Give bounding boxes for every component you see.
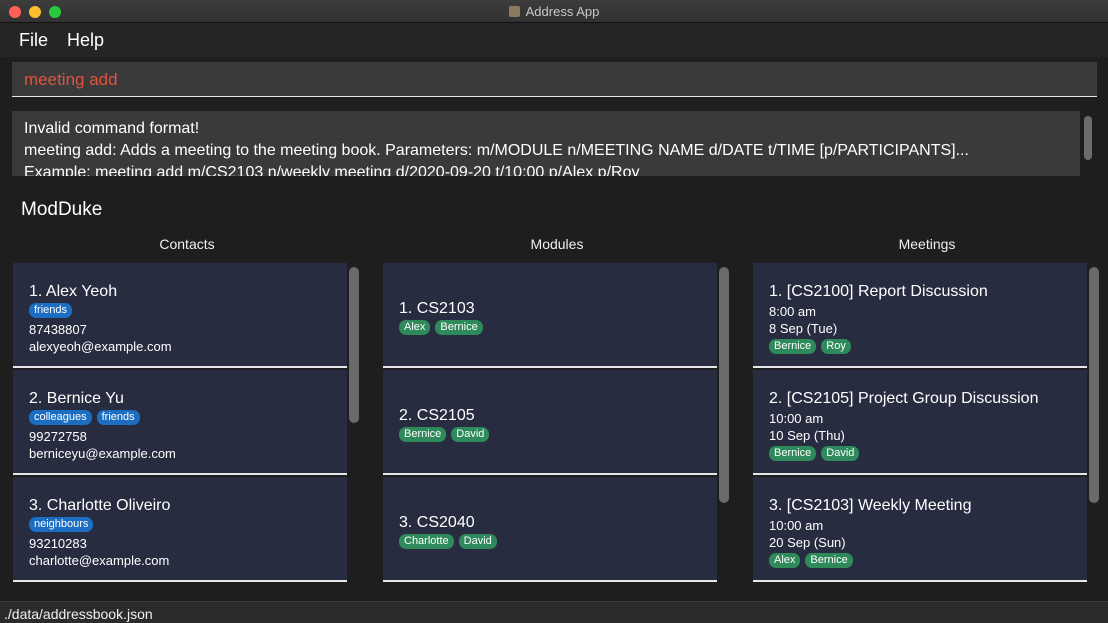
meetings-header: Meetings xyxy=(898,236,956,252)
meetings-list: 1. [CS2100] Report Discussion 8:00 am 8 … xyxy=(753,263,1087,590)
status-bar: ./data/addressbook.json xyxy=(0,601,1108,623)
menu-file[interactable]: File xyxy=(19,30,48,51)
contact-phone: 93210283 xyxy=(29,536,87,551)
meeting-title: 1. [CS2100] Report Discussion xyxy=(769,283,988,300)
meeting-title: 2. [CS2105] Project Group Discussion xyxy=(769,390,1039,407)
participant-tag: Bernice xyxy=(805,553,853,568)
participant-tag: Bernice xyxy=(435,320,483,335)
meeting-date: 8 Sep (Tue) xyxy=(769,321,838,336)
modules-scrollbar[interactable] xyxy=(719,267,729,503)
contact-card[interactable]: 3. Charlotte Oliveiro neighbours 9321028… xyxy=(13,477,347,582)
meeting-date: 20 Sep (Sun) xyxy=(769,535,846,550)
contact-email: alexyeoh@example.com xyxy=(29,339,172,354)
participant-tag: Alex xyxy=(399,320,431,335)
contact-name: 2. Bernice Yu xyxy=(29,390,124,407)
window-title-text: Address App xyxy=(525,4,600,19)
contact-tag: neighbours xyxy=(29,517,94,532)
result-line: Invalid command format! xyxy=(24,120,200,137)
meeting-card[interactable]: 1. [CS2100] Report Discussion 8:00 am 8 … xyxy=(753,263,1087,368)
meeting-time: 10:00 am xyxy=(769,518,824,533)
result-line: Example: meeting add m/CS2103 n/weekly m… xyxy=(24,164,640,176)
meeting-date: 10 Sep (Thu) xyxy=(769,428,845,443)
contact-name: 3. Charlotte Oliveiro xyxy=(29,497,171,514)
participant-tag: Bernice xyxy=(399,427,447,442)
contact-tag: colleagues xyxy=(29,410,92,425)
meetings-scrollbar[interactable] xyxy=(1089,267,1099,503)
module-card[interactable]: 1. CS2103 Alex Bernice xyxy=(383,263,717,368)
participant-tag: Bernice xyxy=(769,339,817,354)
result-line: meeting add: Adds a meeting to the meeti… xyxy=(24,142,969,159)
modules-list: 1. CS2103 Alex Bernice 2. CS2105 Bernice… xyxy=(383,263,717,590)
menu-bar: File Help xyxy=(0,23,1108,57)
meeting-card[interactable]: 2. [CS2105] Project Group Discussion 10:… xyxy=(753,370,1087,475)
participant-tag: Roy xyxy=(821,339,851,354)
menu-help[interactable]: Help xyxy=(67,30,104,51)
meeting-title: 3. [CS2103] Weekly Meeting xyxy=(769,497,972,514)
contact-name: 1. Alex Yeoh xyxy=(29,283,118,300)
status-path: ./data/addressbook.json xyxy=(4,606,153,622)
participant-tag: Bernice xyxy=(769,446,817,461)
command-input[interactable]: meeting add xyxy=(12,62,1097,97)
meeting-time: 8:00 am xyxy=(769,304,816,319)
contact-phone: 99272758 xyxy=(29,429,87,444)
module-code: 2. CS2105 xyxy=(399,407,475,424)
contact-email: charlotte@example.com xyxy=(29,553,170,568)
module-card[interactable]: 3. CS2040 Charlotte David xyxy=(383,477,717,582)
contact-tag: friends xyxy=(29,303,73,318)
result-display: Invalid command format! meeting add: Add… xyxy=(12,111,1080,176)
contact-phone: 87438807 xyxy=(29,322,87,337)
meeting-card[interactable]: 3. [CS2103] Weekly Meeting 10:00 am 20 S… xyxy=(753,477,1087,582)
module-code: 3. CS2040 xyxy=(399,514,475,531)
participant-tag: Alex xyxy=(769,553,801,568)
title-bar: Address App xyxy=(0,0,1108,23)
contacts-header: Contacts xyxy=(159,236,215,252)
module-card[interactable]: 2. CS2105 Bernice David xyxy=(383,370,717,475)
app-icon xyxy=(508,6,520,17)
contact-tag: friends xyxy=(96,410,140,425)
contact-card[interactable]: 2. Bernice Yu colleagues friends 9927275… xyxy=(13,370,347,475)
contacts-list: 1. Alex Yeoh friends 87438807 alexyeoh@e… xyxy=(13,263,347,590)
module-code: 1. CS2103 xyxy=(399,300,475,317)
contact-card[interactable]: 1. Alex Yeoh friends 87438807 alexyeoh@e… xyxy=(13,263,347,368)
window-title: Address App xyxy=(0,4,1108,19)
participant-tag: Charlotte xyxy=(399,534,454,549)
participant-tag: David xyxy=(458,534,497,549)
app-heading: ModDuke xyxy=(21,199,103,220)
meeting-time: 10:00 am xyxy=(769,411,824,426)
modules-header: Modules xyxy=(530,236,584,252)
participant-tag: David xyxy=(821,446,860,461)
participant-tag: David xyxy=(451,427,490,442)
result-scrollbar[interactable] xyxy=(1084,116,1092,160)
contacts-scrollbar[interactable] xyxy=(349,267,359,423)
contact-email: berniceyu@example.com xyxy=(29,446,176,461)
